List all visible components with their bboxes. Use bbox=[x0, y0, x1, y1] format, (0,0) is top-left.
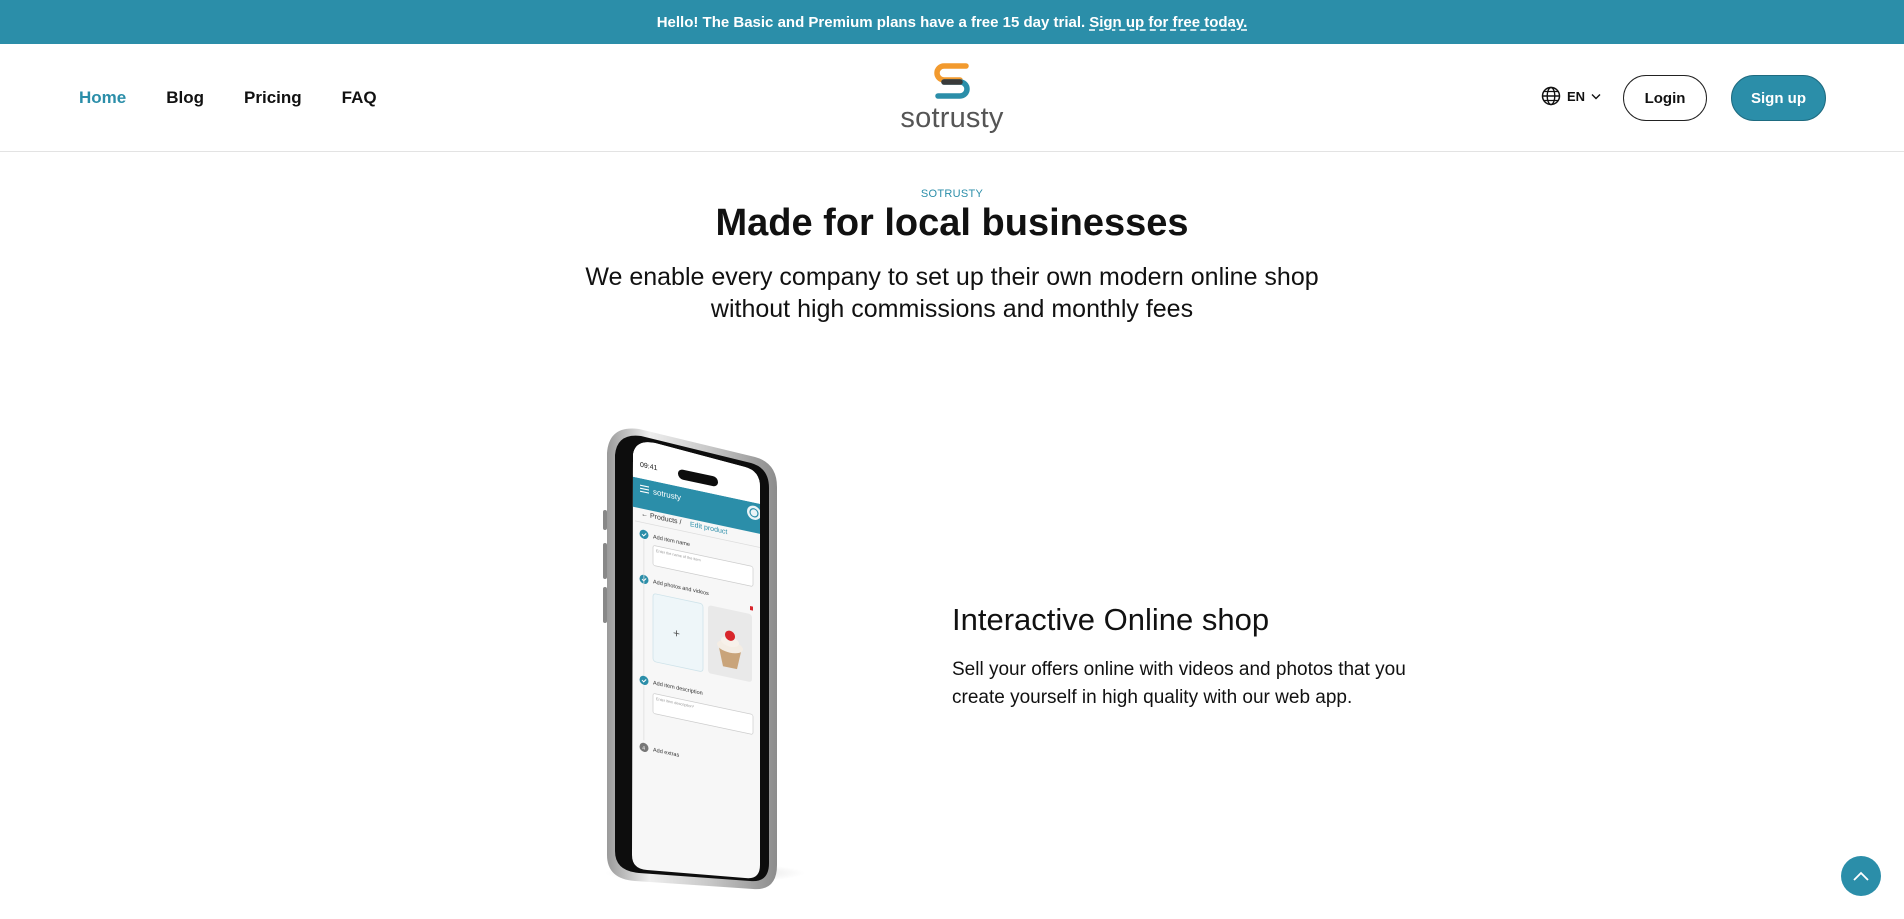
svg-text:+: + bbox=[673, 626, 680, 641]
chevron-up-icon bbox=[1853, 871, 1869, 881]
nav-home-link[interactable]: Home bbox=[79, 88, 126, 108]
hero-section: SOTRUSTY Made for local businesses We en… bbox=[0, 188, 1904, 325]
hero-subtitle-line1: We enable every company to set up their … bbox=[585, 263, 1319, 291]
nav-faq-link[interactable]: FAQ bbox=[342, 88, 377, 108]
feature-section: Interactive Online shop Sell your offers… bbox=[952, 602, 1472, 712]
language-label: EN bbox=[1567, 88, 1586, 104]
svg-text:←: ← bbox=[641, 511, 648, 519]
globe-icon bbox=[1541, 86, 1561, 106]
chevron-down-icon bbox=[1591, 93, 1601, 99]
logo-text: sotrusty bbox=[900, 102, 1004, 134]
site-header: Home Blog Pricing FAQ sotrusty EN Login … bbox=[0, 44, 1904, 152]
main-nav: Home Blog Pricing FAQ bbox=[79, 44, 377, 152]
announcement-bar: Hello! The Basic and Premium plans have … bbox=[0, 0, 1904, 44]
hero-eyebrow: SOTRUSTY bbox=[920, 188, 984, 200]
site-logo[interactable]: sotrusty bbox=[895, 60, 1009, 138]
nav-blog-link[interactable]: Blog bbox=[166, 88, 204, 108]
announcement-text: Hello! The Basic and Premium plans have … bbox=[656, 13, 1086, 31]
feature-text-line2: create yourself in high quality with our… bbox=[952, 687, 1353, 708]
signup-button[interactable]: Sign up bbox=[1731, 75, 1826, 121]
hero-subtitle: We enable every company to set up their … bbox=[0, 261, 1904, 325]
phone-step4-number: 4 bbox=[642, 745, 645, 752]
language-selector[interactable]: EN bbox=[1541, 86, 1601, 106]
nav-pricing-link[interactable]: Pricing bbox=[244, 88, 302, 108]
phone-mockup-image: 09:41 sotrusty ← Products / Edit product… bbox=[595, 425, 825, 890]
scroll-to-top-button[interactable] bbox=[1841, 856, 1881, 896]
announcement-signup-link[interactable]: Sign up for free today. bbox=[1089, 14, 1247, 31]
logo-mark-icon bbox=[934, 63, 970, 99]
hero-subtitle-line2: without high commissions and monthly fee… bbox=[710, 295, 1194, 323]
feature-text-line1: Sell your offers online with videos and … bbox=[952, 659, 1406, 680]
login-button[interactable]: Login bbox=[1623, 75, 1707, 121]
feature-title: Interactive Online shop bbox=[952, 602, 1270, 637]
feature-text: Sell your offers online with videos and … bbox=[952, 656, 1472, 712]
hero-title: Made for local businesses bbox=[715, 202, 1189, 244]
